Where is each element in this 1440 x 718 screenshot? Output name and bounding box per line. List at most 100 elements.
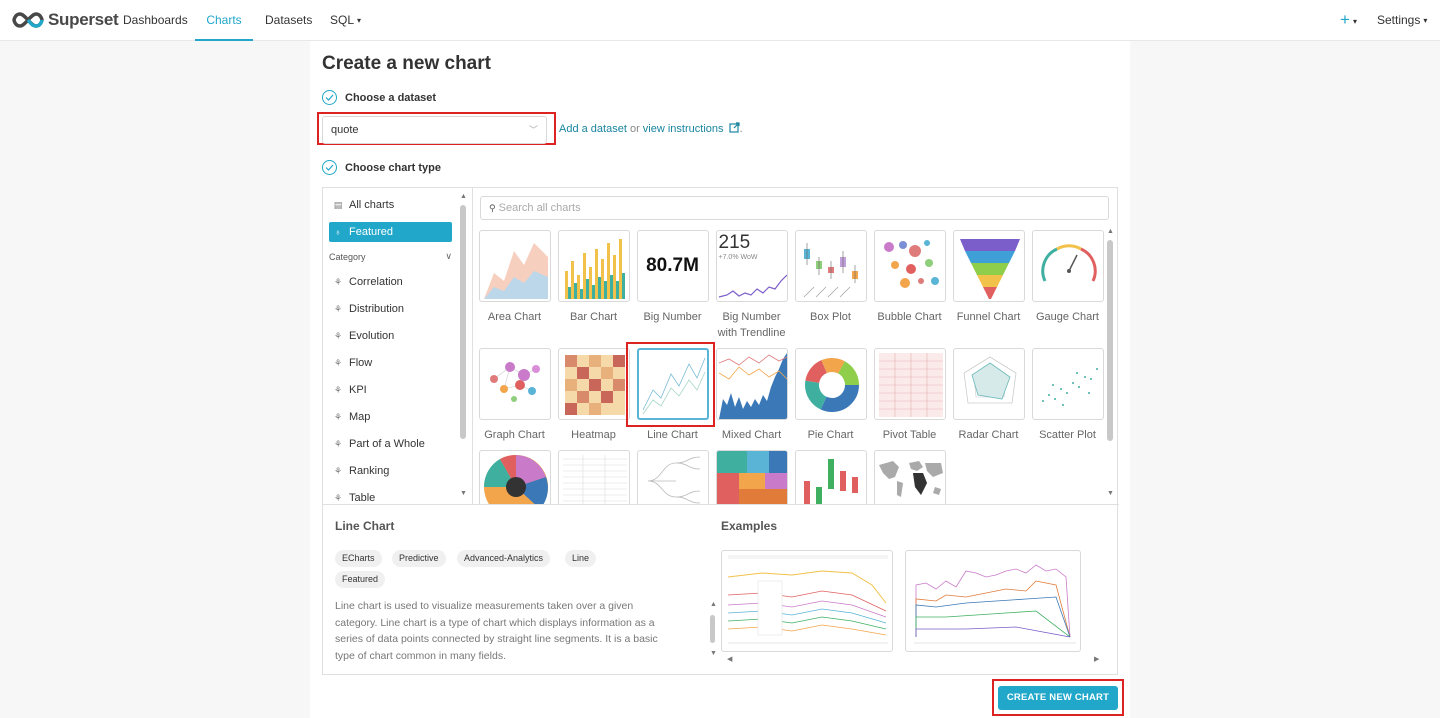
trend-sub-text: +7.0% WoW bbox=[718, 254, 758, 261]
category-icon: ⚘ bbox=[333, 303, 343, 314]
chart-thumbnail: 80.7M bbox=[636, 230, 709, 302]
chart-thumbnail bbox=[478, 450, 551, 504]
nav-dashboards[interactable]: Dashboards bbox=[123, 0, 188, 41]
infinity-logo-icon bbox=[12, 12, 44, 28]
chevron-down-icon: ﹀ bbox=[528, 125, 538, 135]
chart-card-box-plot[interactable]: Box Plot bbox=[791, 230, 870, 325]
scroll-down-arrow[interactable]: ▼ bbox=[1107, 490, 1114, 497]
example-image-2[interactable] bbox=[905, 550, 1081, 652]
chart-card-label: Big Number with Trendline bbox=[717, 311, 786, 339]
chart-card-label: Big Number bbox=[643, 311, 702, 323]
chart-card-table[interactable] bbox=[554, 450, 633, 504]
chart-search-input[interactable]: ⚲ Search all charts bbox=[480, 196, 1109, 220]
chart-card-label: Bubble Chart bbox=[877, 311, 942, 323]
category-header[interactable]: Category ∨ bbox=[329, 251, 452, 262]
chart-card-label: Pie Chart bbox=[807, 429, 854, 441]
nav-charts[interactable]: Charts bbox=[195, 0, 253, 41]
chart-card-label: Area Chart bbox=[487, 311, 542, 323]
category-icon: ⚘ bbox=[333, 357, 343, 368]
sidebar-item-kpi[interactable]: ⚘ KPI bbox=[329, 380, 452, 400]
chart-card-treemap[interactable] bbox=[712, 450, 791, 504]
sidebar-scrollbar[interactable] bbox=[460, 205, 466, 439]
chart-card-big-number[interactable]: 80.7M Big Number bbox=[633, 230, 712, 325]
tag: ECharts bbox=[335, 550, 382, 567]
chart-card-label: Heatmap bbox=[571, 429, 616, 441]
step-label: Choose a dataset bbox=[345, 91, 437, 104]
category-icon: ⚘ bbox=[333, 465, 343, 476]
page-title: Create a new chart bbox=[322, 53, 491, 74]
chart-thumbnail bbox=[715, 348, 788, 420]
nav-datasets[interactable]: Datasets bbox=[265, 0, 312, 41]
dataset-select[interactable]: quote ﹀ bbox=[322, 116, 547, 144]
chart-thumbnail bbox=[794, 450, 867, 504]
scroll-left-arrow[interactable]: ◀ bbox=[727, 655, 732, 663]
sidebar-item-featured[interactable]: ♁ Featured bbox=[329, 222, 452, 242]
sidebar-item-label: Featured bbox=[349, 226, 394, 238]
create-new-chart-button[interactable]: CREATE NEW CHART bbox=[998, 686, 1118, 710]
chart-card-area[interactable]: Area Chart bbox=[475, 230, 554, 325]
table-icon: ▤ bbox=[333, 199, 343, 210]
chart-card-bar[interactable]: Bar Chart bbox=[554, 230, 633, 325]
sidebar-item-evolution[interactable]: ⚘ Evolution bbox=[329, 326, 452, 346]
chart-card-graph[interactable]: Graph Chart bbox=[475, 348, 554, 443]
scroll-right-arrow[interactable]: ▶ bbox=[1094, 655, 1099, 663]
chevron-down-icon: ∨ bbox=[445, 251, 452, 261]
scroll-down-arrow[interactable]: ▼ bbox=[460, 490, 467, 497]
chart-thumbnail bbox=[557, 230, 630, 302]
step-choose-chart-type: Choose chart type bbox=[322, 160, 441, 175]
view-instructions-link[interactable]: view instructions bbox=[643, 123, 724, 135]
sidebar-item-map[interactable]: ⚘ Map bbox=[329, 407, 452, 427]
chart-card-label: Scatter Plot bbox=[1039, 429, 1096, 441]
dataset-select-value: quote bbox=[331, 124, 359, 136]
category-icon: ⚘ bbox=[333, 411, 343, 422]
chart-card-pivot-table[interactable]: Pivot Table bbox=[870, 348, 949, 443]
new-item-menu[interactable]: + ▾ bbox=[1340, 0, 1357, 41]
gallery-scrollbar[interactable] bbox=[1107, 240, 1113, 441]
external-link-icon[interactable] bbox=[728, 122, 740, 133]
description-scrollbar[interactable] bbox=[710, 615, 715, 643]
chart-card-scatter[interactable]: Scatter Plot bbox=[1028, 348, 1107, 443]
chart-card-label: Line Chart bbox=[647, 429, 698, 441]
chart-card-gauge[interactable]: Gauge Chart bbox=[1028, 230, 1107, 325]
chart-card-sunburst[interactable] bbox=[475, 450, 554, 504]
sidebar-item-table[interactable]: ⚘ Table bbox=[329, 488, 452, 504]
scroll-up-arrow[interactable]: ▲ bbox=[710, 601, 717, 608]
chart-card-waterfall[interactable] bbox=[791, 450, 870, 504]
period-text: . bbox=[739, 123, 743, 135]
add-dataset-link[interactable]: Add a dataset bbox=[559, 123, 627, 135]
example-image-1[interactable] bbox=[721, 550, 893, 652]
sidebar-item-correlation[interactable]: ⚘ Correlation bbox=[329, 272, 452, 292]
big-number-text: 80.7M bbox=[646, 255, 699, 276]
sidebar-item-part-of-a-whole[interactable]: ⚘ Part of a Whole bbox=[329, 434, 452, 454]
chart-thumbnail bbox=[1031, 230, 1104, 302]
check-circle-icon bbox=[322, 160, 337, 175]
sidebar-item-ranking[interactable]: ⚘ Ranking bbox=[329, 461, 452, 481]
chart-card-tree[interactable] bbox=[633, 450, 712, 504]
superset-logo[interactable]: Superset bbox=[12, 9, 119, 31]
tag: Predictive bbox=[392, 550, 446, 567]
chart-card-heatmap[interactable]: Heatmap bbox=[554, 348, 633, 443]
chart-card-world-map[interactable] bbox=[870, 450, 949, 504]
chart-card-bubble[interactable]: Bubble Chart bbox=[870, 230, 949, 325]
tag: Advanced-Analytics bbox=[457, 550, 551, 567]
scroll-down-arrow[interactable]: ▼ bbox=[710, 650, 717, 657]
selected-chart-title: Line Chart bbox=[335, 519, 395, 533]
sidebar-item-label: All charts bbox=[349, 199, 395, 211]
chart-card-radar[interactable]: Radar Chart bbox=[949, 348, 1028, 443]
chart-card-big-number-trendline[interactable]: 215 +7.0% WoW Big Number with Trendline bbox=[712, 230, 791, 341]
tag: Line bbox=[565, 550, 597, 567]
nav-sql[interactable]: SQL ▾ bbox=[330, 0, 361, 41]
settings-menu[interactable]: Settings ▾ bbox=[1377, 0, 1427, 41]
sidebar-item-flow[interactable]: ⚘ Flow bbox=[329, 353, 452, 373]
chart-card-mixed[interactable]: Mixed Chart bbox=[712, 348, 791, 443]
selected-chart-description: Line chart is used to visualize measurem… bbox=[335, 600, 658, 663]
chart-card-pie[interactable]: Pie Chart bbox=[791, 348, 870, 443]
scroll-up-arrow[interactable]: ▲ bbox=[460, 193, 467, 200]
scroll-up-arrow[interactable]: ▲ bbox=[1107, 228, 1114, 235]
sidebar-item-distribution[interactable]: ⚘ Distribution bbox=[329, 299, 452, 319]
chart-type-panel: ▤ All charts ♁ Featured Category ∨ ⚘ Correla… bbox=[322, 187, 1119, 675]
sidebar-item-all-charts[interactable]: ▤ All charts bbox=[329, 195, 452, 215]
chart-card-label: Mixed Chart bbox=[721, 429, 782, 441]
chart-card-funnel[interactable]: Funnel Chart bbox=[949, 230, 1028, 325]
chart-thumbnail bbox=[873, 348, 946, 420]
